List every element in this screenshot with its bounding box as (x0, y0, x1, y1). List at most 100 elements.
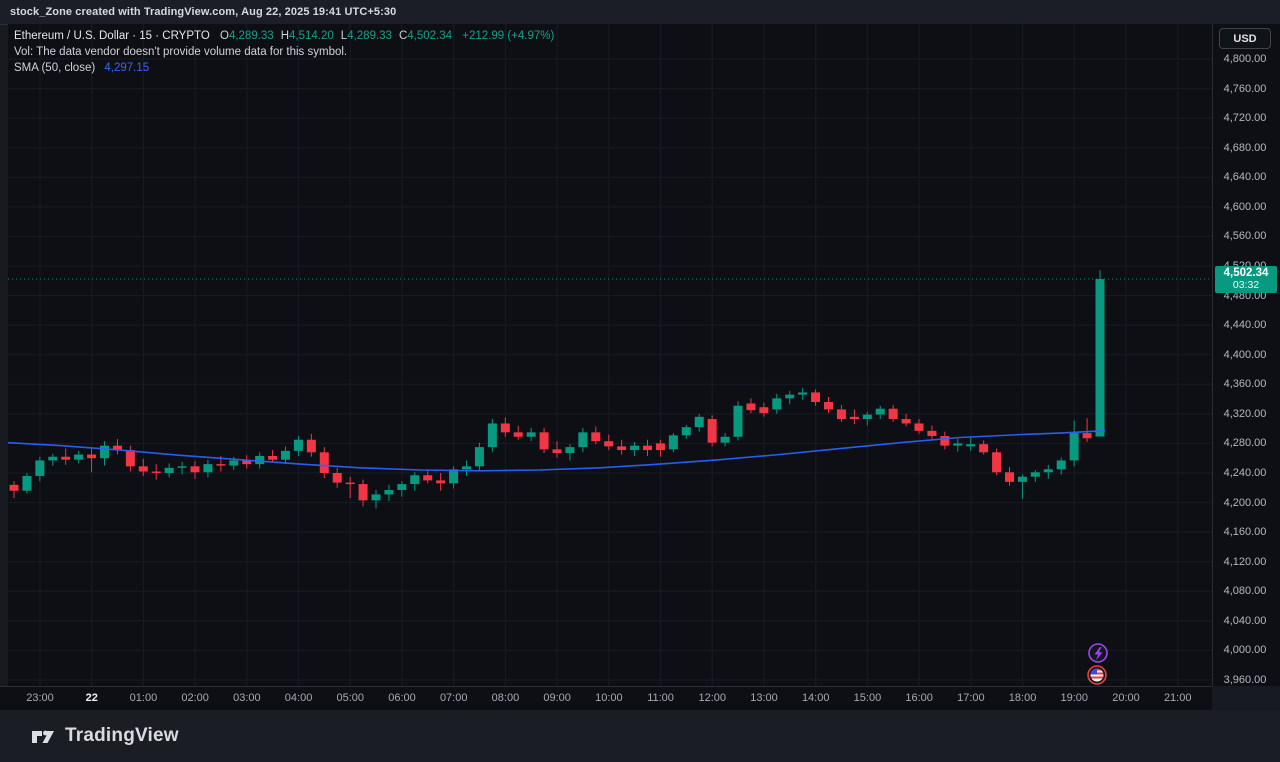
candle (1005, 472, 1014, 482)
candle (915, 423, 924, 430)
candle (152, 472, 161, 473)
candle (837, 409, 846, 419)
time-tick-label: 05:00 (337, 692, 365, 704)
candle (281, 451, 290, 460)
time-tick-label: 16:00 (905, 692, 933, 704)
ohlc-values: O4,289.33H4,514.20L4,289.33C4,502.34 (213, 30, 452, 42)
window-title: stock_Zone created with TradingView.com,… (10, 6, 396, 18)
price-tick-label: 4,280.00 (1213, 437, 1277, 449)
time-tick-label: 12:00 (699, 692, 727, 704)
tradingview-logo[interactable]: TradingView (30, 723, 179, 749)
candle (863, 415, 872, 419)
candle (617, 446, 626, 450)
candle (604, 441, 613, 446)
candle (643, 446, 652, 450)
candle (669, 435, 678, 449)
time-axis[interactable]: 23:002201:0002:0003:0004:0005:0006:0007:… (0, 686, 1212, 711)
price-tick-label: 3,960.00 (1213, 674, 1277, 686)
price-tick-label: 4,400.00 (1213, 349, 1277, 361)
candle (578, 432, 587, 447)
price-tick-label: 4,440.00 (1213, 319, 1277, 331)
candle (695, 417, 704, 427)
candle (746, 404, 755, 411)
candle (514, 432, 523, 436)
candle (307, 440, 316, 453)
candle (165, 468, 174, 473)
candle (1083, 433, 1092, 438)
candle (1070, 433, 1079, 460)
candle (734, 406, 743, 437)
candle (10, 485, 19, 491)
candle (1096, 279, 1105, 436)
candle (359, 484, 368, 500)
candle (449, 469, 458, 483)
candle (372, 494, 381, 500)
candle (630, 446, 639, 450)
time-tick-label: 15:00 (854, 692, 882, 704)
candle (320, 452, 329, 473)
window-title-bar: stock_Zone created with TradingView.com,… (0, 0, 1280, 25)
candle (475, 447, 484, 466)
time-tick-label: 02:00 (181, 692, 209, 704)
candle (953, 443, 962, 445)
currency-usd-button[interactable]: USD (1219, 28, 1271, 49)
candle (708, 419, 717, 443)
candle (100, 446, 109, 459)
candle (410, 475, 419, 484)
candle (591, 432, 600, 441)
candle (488, 423, 497, 447)
ohlc-value: 4,502.34 (407, 30, 452, 42)
ohlc-value: 4,289.33 (347, 30, 392, 42)
candle (229, 460, 238, 465)
candle (216, 464, 225, 465)
time-tick-label: 06:00 (388, 692, 416, 704)
price-tick-label: 4,600.00 (1213, 201, 1277, 213)
footer-bar: TradingView (0, 710, 1280, 762)
candle (423, 475, 432, 480)
candlestick-chart[interactable] (8, 24, 1212, 686)
price-tick-label: 4,000.00 (1213, 644, 1277, 656)
candle (540, 432, 549, 449)
candle (255, 456, 264, 464)
candle (979, 444, 988, 452)
candle (656, 443, 665, 450)
price-tick-label: 4,160.00 (1213, 526, 1277, 538)
price-tick-label: 4,680.00 (1213, 142, 1277, 154)
candle (191, 466, 200, 472)
candle (798, 392, 807, 394)
time-tick-label: 04:00 (285, 692, 313, 704)
price-axis[interactable]: USD 4,800.004,760.004,720.004,680.004,64… (1212, 24, 1280, 686)
time-tick-label: 03:00 (233, 692, 261, 704)
candle (811, 392, 820, 402)
time-tick-label: 07:00 (440, 692, 468, 704)
candle (22, 476, 31, 491)
chart-legend: Ethereum / U.S. Dollar · 15 · CRYPTO O4,… (14, 29, 554, 77)
candle (966, 444, 975, 446)
sma-indicator-value: 4,297.15 (104, 62, 149, 74)
symbol-description: Ethereum / U.S. Dollar · 15 · CRYPTO (14, 30, 210, 42)
legend-sma-row: SMA (50, close) 4,297.15 (14, 61, 554, 76)
price-tick-label: 4,360.00 (1213, 378, 1277, 390)
candle (268, 456, 277, 460)
time-tick-label: 14:00 (802, 692, 830, 704)
grid (8, 24, 1212, 686)
candle (35, 460, 44, 476)
us-flag-event-icon[interactable] (1088, 666, 1106, 684)
time-tick-label: 11:00 (647, 692, 674, 704)
time-tick-label: 20:00 (1112, 692, 1140, 704)
candle (992, 452, 1001, 472)
sma-indicator-label: SMA (50, close) (14, 62, 95, 74)
time-tick-label: 17:00 (957, 692, 985, 704)
ohlc-value: 4,289.33 (229, 30, 274, 42)
candle (203, 464, 212, 472)
time-tick-label: 18:00 (1009, 692, 1037, 704)
time-tick-label: 01:00 (130, 692, 158, 704)
candle (384, 490, 393, 494)
candle (940, 436, 949, 446)
price-tick-label: 4,640.00 (1213, 171, 1277, 183)
tradingview-snapshot-window: stock_Zone created with TradingView.com,… (0, 0, 1280, 762)
lightning-event-icon[interactable] (1089, 644, 1107, 662)
candle (876, 409, 885, 415)
time-tick-label: 23:00 (26, 692, 54, 704)
last-price-badge: 4,502.34 03:32 (1215, 266, 1277, 293)
